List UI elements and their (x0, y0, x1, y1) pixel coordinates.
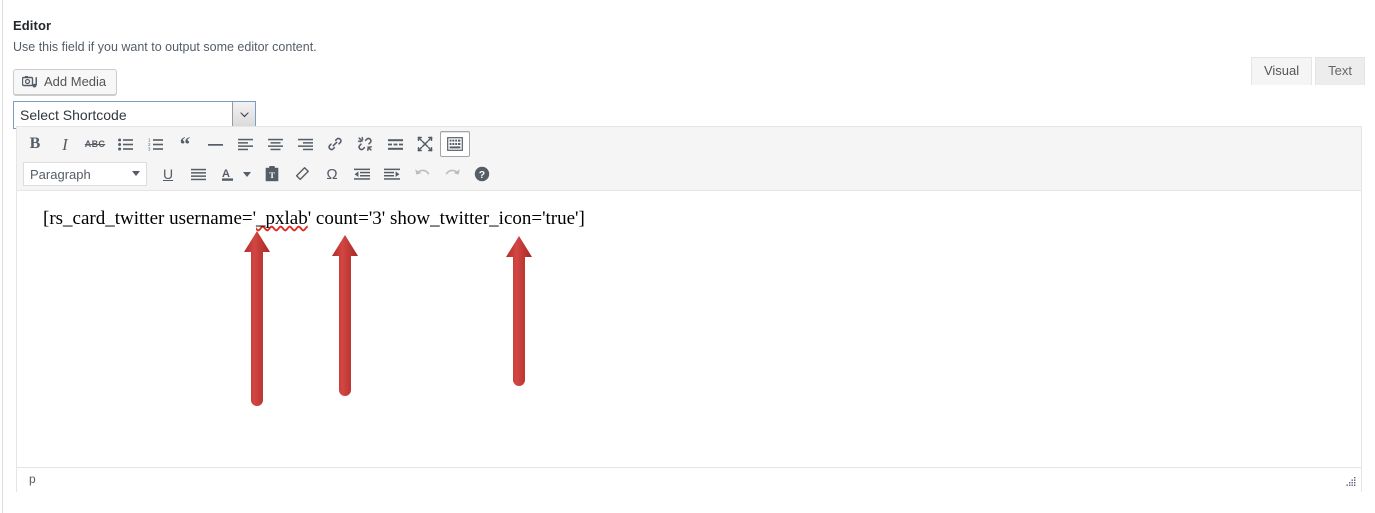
align-left-icon[interactable] (230, 131, 260, 157)
page-title: Editor (13, 18, 52, 33)
fullscreen-icon[interactable] (410, 131, 440, 157)
add-media-label: Add Media (44, 74, 107, 89)
undo-icon[interactable] (407, 161, 437, 187)
editor-content-area[interactable]: [rs_card_twitter username='_pxlab' count… (17, 191, 1361, 492)
shortcode-username-value: _pxlab (256, 208, 308, 229)
resize-grip-icon[interactable] (1345, 476, 1357, 488)
editor-toolbar-group: B I ABC 1 2 3 “ Paragraph U A T Ω ? (17, 127, 1361, 191)
special-character-icon[interactable]: Ω (317, 161, 347, 187)
select-shortcode-dropdown[interactable]: Select Shortcode (13, 101, 256, 129)
add-media-button[interactable]: Add Media (13, 69, 118, 95)
omega-glyph: Ω (326, 165, 338, 183)
editor-toolbar-row-2: Paragraph U A T Ω ? (17, 159, 1361, 189)
outdent-icon[interactable] (347, 161, 377, 187)
editor-mode-tabs: Visual Text (1248, 56, 1365, 85)
justify-icon[interactable] (183, 161, 213, 187)
page-left-border (2, 0, 3, 513)
svg-text:?: ? (479, 169, 485, 181)
redo-icon[interactable] (437, 161, 467, 187)
text-color-icon[interactable]: A (213, 161, 243, 187)
tab-text[interactable]: Text (1315, 57, 1365, 85)
strikethrough-icon[interactable]: ABC (80, 131, 110, 157)
paste-as-text-icon[interactable]: T (257, 161, 287, 187)
bold-icon[interactable]: B (20, 131, 50, 157)
paragraph-format-dropdown[interactable]: Paragraph (23, 162, 147, 186)
bold-glyph: B (29, 135, 41, 152)
svg-text:T: T (269, 170, 275, 180)
blockquote-glyph: “ (179, 132, 191, 156)
clear-formatting-icon[interactable] (287, 161, 317, 187)
shortcode-suffix: ' count='3' show_twitter_icon='true'] (307, 208, 585, 229)
horizontal-rule-icon[interactable] (200, 131, 230, 157)
shortcode-select-wrapper: Select Shortcode (13, 101, 256, 129)
underline-icon[interactable]: U (153, 161, 183, 187)
media-buttons-row: Add Media (13, 69, 1365, 95)
chevron-down-icon (243, 171, 251, 177)
strikethrough-glyph: ABC (84, 138, 106, 149)
editor-status-bar: p (17, 467, 1361, 491)
shortcode-text-line[interactable]: [rs_card_twitter username='_pxlab' count… (43, 207, 1345, 231)
italic-icon[interactable]: I (50, 131, 80, 157)
shortcode-prefix: [rs_card_twitter username=' (43, 208, 257, 229)
blockquote-icon[interactable]: “ (170, 131, 200, 157)
tab-visual[interactable]: Visual (1250, 57, 1313, 85)
italic-glyph: I (62, 134, 68, 154)
align-right-icon[interactable] (290, 131, 320, 157)
text-color-caret-icon[interactable] (243, 161, 257, 187)
paragraph-format-wrapper: Paragraph (23, 162, 147, 186)
tinymce-editor-container: B I ABC 1 2 3 “ Paragraph U A T Ω ? [rs_… (16, 126, 1362, 492)
editor-toolbar-row-1: B I ABC 1 2 3 “ (17, 129, 1361, 159)
media-camera-icon (21, 74, 38, 90)
indent-icon[interactable] (377, 161, 407, 187)
svg-text:3: 3 (148, 146, 151, 150)
editor-field-wrapper: Editor Use this field if you want to out… (13, 0, 1365, 129)
underline-glyph: U (162, 166, 174, 182)
bulleted-list-icon[interactable] (110, 131, 140, 157)
toolbar-toggle-icon[interactable] (440, 131, 470, 157)
element-path[interactable]: p (29, 472, 36, 486)
keyboard-shortcuts-icon[interactable]: ? (467, 161, 497, 187)
field-description: Use this field if you want to output som… (13, 40, 317, 54)
align-center-icon[interactable] (260, 131, 290, 157)
numbered-list-icon[interactable]: 1 2 3 (140, 131, 170, 157)
remove-link-icon[interactable] (350, 131, 380, 157)
read-more-icon[interactable] (380, 131, 410, 157)
insert-link-icon[interactable] (320, 131, 350, 157)
svg-text:A: A (222, 168, 230, 180)
